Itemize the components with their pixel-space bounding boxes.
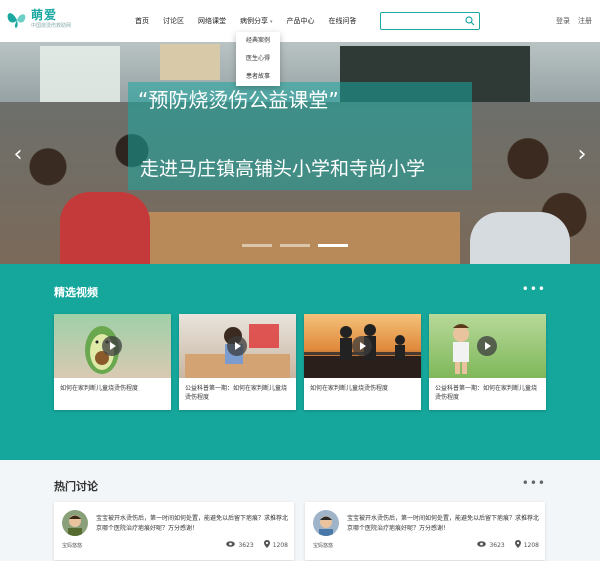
video-card[interactable]: 如何在家判断儿童烧烫伤程度 — [304, 314, 421, 410]
video-caption: 公益科普第一期：如何在家判断儿童烧烫伤程度 — [185, 385, 288, 401]
logo-title: 萌爱 — [31, 7, 58, 22]
play-icon[interactable] — [227, 336, 247, 356]
play-icon[interactable] — [352, 336, 372, 356]
nav-item-classroom[interactable]: 网络课堂 — [191, 0, 233, 42]
carousel-indicators — [242, 244, 348, 247]
cases-dropdown-menu: 经典案例 医生心得 患者故事 — [236, 32, 280, 86]
more-icon[interactable]: ••• — [522, 477, 546, 489]
register-link[interactable]: 注册 — [578, 0, 592, 42]
discussion-text: 宝宝被开水烫伤后，第一时间如何处置，能避免以后留下疤痕？求推荐北京哪个医院治疗疤… — [347, 515, 540, 532]
video-caption: 公益科普第一期：如何在家判断儿童烧烫伤程度 — [435, 385, 538, 401]
nav-item-forum[interactable]: 讨论区 — [156, 0, 191, 42]
dropdown-item-doctor-notes[interactable]: 医生心得 — [236, 50, 280, 68]
location-pin-icon — [514, 540, 521, 550]
nav-item-qa[interactable]: 在线问答 — [322, 0, 364, 42]
discussion-card[interactable]: 宝妈悠悠 宝宝被开水烫伤后，第一时间如何处置，能避免以后留下疤痕？求推荐北京哪个… — [54, 502, 294, 560]
chevron-right-icon[interactable]: › — [572, 142, 592, 168]
section-title: 精选视频 — [54, 286, 98, 299]
video-card[interactable]: 如何在家判断儿童烧烫伤程度 — [54, 314, 171, 410]
video-thumbnail — [179, 314, 296, 378]
banner-title-line1: “预防烧烫伤公益课堂” — [138, 88, 339, 112]
banner-photo-student-right — [470, 212, 570, 264]
video-thumbnail — [304, 314, 421, 378]
carousel-dot-active[interactable] — [318, 244, 348, 247]
nav-label: 讨论区 — [163, 17, 184, 25]
discussion-stats: 3623 1208 — [477, 540, 539, 550]
login-link[interactable]: 登录 — [556, 0, 570, 42]
video-thumbnail — [429, 314, 546, 378]
nav-label: 产品中心 — [286, 17, 315, 25]
banner-title-line2: 走进马庄镇高铺头小学和寺尚小学 — [140, 158, 426, 180]
logo-subtitle: 中国烧烫伤救助网 — [31, 22, 72, 29]
username[interactable]: 宝妈悠悠 — [313, 542, 333, 549]
search-input[interactable] — [385, 20, 465, 34]
video-card[interactable]: 公益科普第一期：如何在家判断儿童烧烫伤程度 — [429, 314, 546, 410]
avatar[interactable] — [62, 510, 88, 536]
header: 萌爱 中国烧烫伤救助网 首页 讨论区 网络课堂 病例分享 ▾ 产品中心 在线问答 … — [0, 0, 600, 42]
eye-icon — [226, 541, 236, 549]
search-box[interactable] — [380, 12, 480, 34]
dropdown-item-classic-cases[interactable]: 经典案例 — [236, 32, 280, 50]
dropdown-item-patient-stories[interactable]: 患者故事 — [236, 68, 280, 86]
nav-item-home[interactable]: 首页 — [128, 0, 156, 42]
nav-label: 网络课堂 — [198, 17, 226, 25]
carousel-dot[interactable] — [242, 244, 272, 247]
discussion-text: 宝宝被开水烫伤后，第一时间如何处置，能避免以后留下疤痕？求推荐北京哪个医院治疗疤… — [96, 515, 289, 532]
more-icon[interactable]: ••• — [522, 283, 546, 295]
play-icon[interactable] — [477, 336, 497, 356]
avatar[interactable] — [313, 510, 339, 536]
nav-label: 病例分享 — [240, 17, 268, 25]
banner-photo-window — [40, 46, 120, 106]
discussion-stats: 3623 1208 — [226, 540, 288, 550]
comment-count: 1208 — [523, 541, 539, 549]
hot-discussions-section: 热门讨论 ••• 宝妈悠悠 宝宝被开水烫伤后，第一时间如何处置，能避免以后留下疤… — [0, 460, 600, 561]
search-icon[interactable] — [465, 16, 475, 26]
chevron-down-icon: ▾ — [270, 19, 273, 25]
carousel-dot[interactable] — [280, 244, 310, 247]
video-caption: 如何在家判断儿童烧烫伤程度 — [310, 385, 389, 392]
auth-links: 登录 注册 — [556, 0, 592, 42]
discussion-card[interactable]: 宝妈悠悠 宝宝被开水烫伤后，第一时间如何处置，能避免以后留下疤痕？求推荐北京哪个… — [305, 502, 545, 560]
video-thumbnail — [54, 314, 171, 378]
banner-photo-poster — [160, 44, 220, 80]
butterfly-logo-icon — [6, 8, 28, 30]
comment-count: 1208 — [272, 541, 288, 549]
banner-photo-student-left — [60, 192, 150, 264]
eye-icon — [477, 541, 487, 549]
video-caption: 如何在家判断儿童烧烫伤程度 — [60, 385, 139, 392]
view-count: 3623 — [238, 541, 254, 549]
logo[interactable]: 萌爱 中国烧烫伤救助网 — [6, 8, 71, 30]
chevron-left-icon[interactable]: ‹ — [8, 142, 28, 168]
video-card[interactable]: 公益科普第一期：如何在家判断儿童烧烫伤程度 — [179, 314, 296, 410]
section-title: 热门讨论 — [54, 480, 98, 493]
nav-label: 在线问答 — [328, 17, 357, 25]
featured-videos-section: 精选视频 ••• 如何在家判断儿童烧烫伤程度 公益科普第一期：如何在家判断儿童烧… — [0, 264, 600, 460]
username[interactable]: 宝妈悠悠 — [62, 542, 82, 549]
banner-photo-desk — [140, 212, 460, 264]
nav-item-products[interactable]: 产品中心 — [280, 0, 322, 42]
nav-label: 首页 — [135, 17, 149, 25]
play-icon[interactable] — [102, 336, 122, 356]
view-count: 3623 — [489, 541, 505, 549]
location-pin-icon — [263, 540, 270, 550]
